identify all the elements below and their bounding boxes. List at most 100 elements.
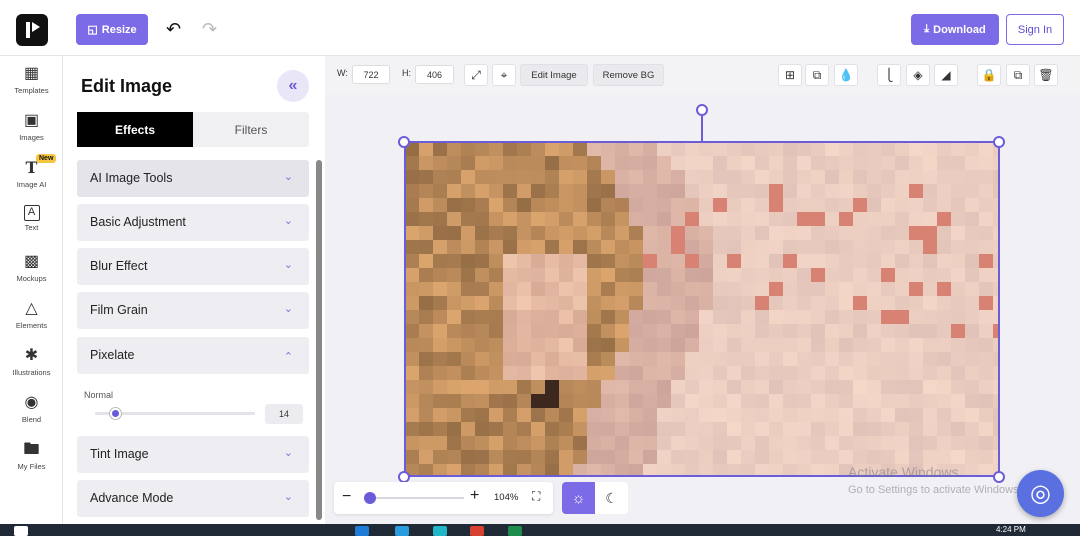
flip-icon[interactable]: ◢ (934, 64, 958, 86)
zoom-in-icon[interactable]: + (470, 487, 479, 505)
panel-title: Edit Image (81, 76, 173, 96)
tab-filters[interactable]: Filters (193, 112, 309, 147)
section-label: Advance Mode (90, 491, 174, 505)
sidebar-item-label: Text (24, 223, 39, 232)
sidebar-item-label: My Files (17, 462, 46, 471)
top-bar: ◱ Resize ↶ ↷ ⤓ Download Sign In (0, 0, 1080, 56)
taskbar-app-icon[interactable] (508, 526, 522, 536)
sidebar-item-label: Images (19, 133, 44, 142)
sidebar-item-mockups[interactable]: ▩ Mockups (0, 252, 63, 296)
resize-handle-top-left[interactable] (398, 136, 410, 148)
section-label: Film Grain (90, 303, 148, 317)
chevron-down-icon: ⌄ (283, 171, 293, 183)
logo-icon[interactable] (16, 14, 48, 46)
chevron-down-icon: ⌄ (283, 259, 293, 271)
sidebar-item-templates[interactable]: ▦ Templates (0, 64, 63, 108)
double-chevron-left-icon: « (288, 77, 298, 94)
taskbar-app-icon[interactable] (395, 526, 409, 536)
sidebar-item-label: Blend (21, 415, 42, 424)
resize-icon: ◱ (87, 24, 98, 36)
zoom-slider-track[interactable] (364, 497, 464, 499)
trash-icon[interactable]: 🗑 (1034, 64, 1058, 86)
sidebar-item-my-files[interactable]: 🖿 My Files (0, 440, 63, 484)
pixelated-image[interactable] (405, 142, 999, 476)
crop-icon[interactable]: ⌖ (492, 64, 516, 86)
undo-icon[interactable]: ↶ (166, 20, 181, 38)
edit-image-panel: Edit Image « Effects Filters AI Image To… (63, 56, 325, 524)
sidebar-item-illustrations[interactable]: ✱ Illustrations (0, 346, 63, 390)
image-icon: ▣ (23, 112, 40, 129)
section-blur-effect[interactable]: Blur Effect ⌄ (77, 248, 309, 285)
opacity-icon[interactable]: 💧 (834, 64, 858, 86)
windows-start-icon[interactable] (14, 526, 28, 536)
layers-icon[interactable]: ◈ (906, 64, 930, 86)
sign-in-button[interactable]: Sign In (1006, 14, 1064, 45)
taskbar-app-icon[interactable] (470, 526, 484, 536)
sidebar-item-elements[interactable]: △ Elements (0, 299, 63, 343)
zoom-bar: − + 104% ⛶ (334, 482, 553, 514)
pixelate-value[interactable]: 14 (265, 404, 303, 424)
section-basic-adjustment[interactable]: Basic Adjustment ⌄ (77, 204, 309, 241)
sidebar-item-label: Elements (15, 321, 48, 330)
redo-icon[interactable]: ↷ (202, 20, 217, 38)
expand-icon[interactable]: ⤢ (464, 64, 488, 86)
mockup-icon: ▩ (23, 253, 40, 270)
download-button[interactable]: ⤓ Download (911, 14, 999, 45)
help-lifebuoy-icon[interactable]: ◎ (1017, 470, 1064, 517)
sidebar-item-images[interactable]: ▣ Images (0, 111, 63, 155)
light-mode-icon[interactable]: ☼ (562, 482, 595, 514)
edit-image-button[interactable]: Edit Image (520, 64, 588, 86)
canvas-toolbar: W: 722 H: 406 ⤢ ⌖ Edit Image Remove BG ⊞… (325, 56, 1080, 94)
zoom-value: 104% (494, 492, 519, 503)
width-input[interactable]: 722 (352, 65, 390, 84)
section-advance-mode[interactable]: Advance Mode ⌄ (77, 480, 309, 517)
chevron-down-icon: ⌄ (283, 215, 293, 227)
panel-tabs: Effects Filters (77, 112, 309, 147)
templates-icon: ▦ (23, 65, 40, 82)
duplicate-icon[interactable]: ⧉ (1006, 64, 1030, 86)
pixelate-slider-knob[interactable] (110, 408, 121, 419)
rotate-handle[interactable] (696, 104, 708, 116)
resize-label: Resize (101, 23, 137, 36)
palette-icon: ◉ (24, 394, 39, 411)
taskbar-app-icon[interactable] (355, 526, 369, 536)
chevron-down-icon: ⌄ (283, 447, 293, 459)
resize-button[interactable]: ◱ Resize (76, 14, 148, 45)
folder-icon: 🖿 (23, 441, 40, 458)
lock-icon[interactable]: 🔒 (977, 64, 1001, 86)
sidebar-item-image-ai[interactable]: T New Image AI (0, 154, 63, 202)
align-icon[interactable]: ⎩ (877, 64, 901, 86)
sidebar-item-label: Illustrations (12, 368, 51, 377)
section-pixelate[interactable]: Pixelate ⌃ (77, 337, 309, 374)
section-tint-image[interactable]: Tint Image ⌄ (77, 436, 309, 473)
remove-bg-button[interactable]: Remove BG (593, 64, 664, 86)
section-label: Pixelate (90, 348, 135, 362)
watermark-line2: Go to Settings to activate Windows. (848, 484, 1018, 496)
section-ai-image-tools[interactable]: AI Image Tools ⌄ (77, 160, 309, 197)
section-label: Tint Image (90, 447, 149, 461)
pixelated-image-graphic (405, 142, 999, 476)
rotate-line (701, 116, 703, 142)
panel-scrollbar[interactable] (316, 160, 322, 520)
height-input[interactable]: 406 (415, 65, 454, 84)
dark-mode-icon[interactable]: ☾ (595, 482, 628, 514)
sidebar-item-text[interactable]: A Text (0, 205, 63, 249)
collapse-panel-button[interactable]: « (277, 70, 309, 102)
download-label: Download (933, 23, 986, 36)
tab-effects[interactable]: Effects (77, 112, 193, 147)
pixelate-mode-label: Normal (84, 390, 114, 400)
width-label: W: (337, 68, 348, 78)
zoom-slider-knob[interactable] (364, 492, 376, 504)
chevron-down-icon: ⌄ (283, 491, 293, 503)
grid-icon[interactable]: ⊞ (778, 64, 802, 86)
section-label: Blur Effect (90, 259, 148, 273)
layer-copy-icon[interactable]: ⧉ (805, 64, 829, 86)
new-badge: New (36, 154, 57, 163)
resize-handle-top-right[interactable] (993, 136, 1005, 148)
section-film-grain[interactable]: Film Grain ⌄ (77, 292, 309, 329)
sidebar-item-label: Image AI (16, 180, 47, 189)
sidebar-item-blend[interactable]: ◉ Blend (0, 393, 63, 437)
taskbar-app-icon[interactable] (433, 526, 447, 536)
zoom-out-icon[interactable]: − (342, 488, 351, 506)
fit-screen-icon[interactable]: ⛶ (532, 489, 540, 504)
